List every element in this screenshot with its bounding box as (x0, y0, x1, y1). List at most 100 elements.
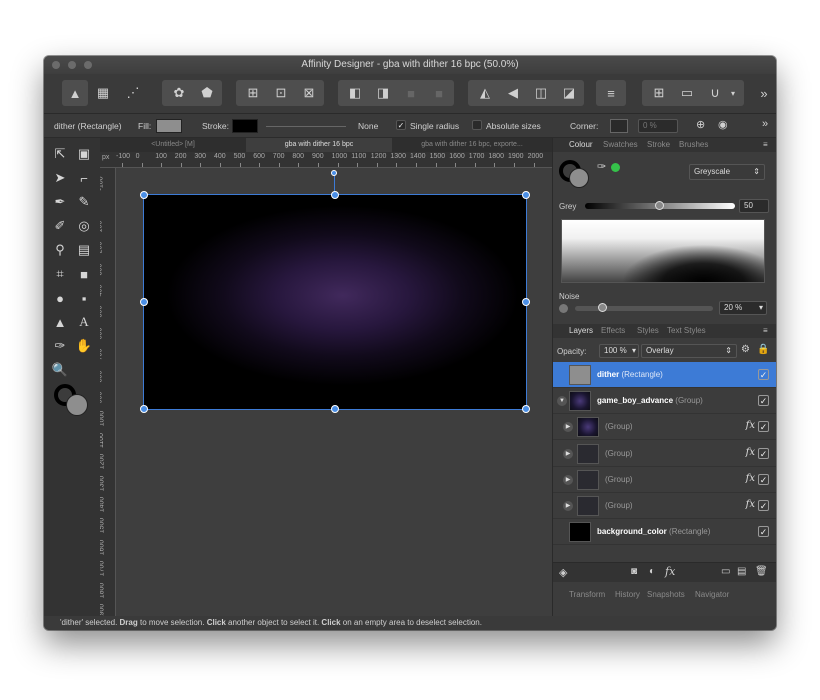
trash-icon[interactable]: 🗑 (755, 566, 768, 577)
resize-handle[interactable] (331, 191, 339, 199)
grey-spectrum[interactable] (561, 219, 765, 283)
transparency-tool-icon[interactable]: ⚲ (50, 240, 70, 260)
resize-handle[interactable] (140, 191, 148, 199)
distribute-icon[interactable]: ◪ (556, 80, 582, 106)
snap-grid-icon[interactable]: ⊞ (240, 80, 266, 106)
resize-handle[interactable] (331, 405, 339, 413)
expand-icon[interactable]: ▼ (557, 396, 567, 407)
opacity-field[interactable]: 100 % ▾ (599, 344, 639, 358)
move-forward-icon[interactable]: ◨ (370, 80, 396, 106)
add-shape-icon[interactable]: ✿ (166, 80, 192, 106)
layer-row[interactable]: background_color (Rectangle) ✓ (553, 519, 776, 546)
add-layer-icon[interactable]: ▭ (721, 566, 730, 577)
panel-menu-icon[interactable]: ≡ (763, 324, 768, 338)
snap-object-icon[interactable]: ⊠ (296, 80, 322, 106)
stroke-width-slider[interactable] (266, 126, 346, 127)
resize-handle[interactable] (522, 191, 530, 199)
chevron-down-icon[interactable]: ▾ (726, 80, 740, 106)
rotation-handle[interactable] (331, 170, 337, 176)
designer-persona-icon[interactable]: ▲ (62, 80, 88, 106)
node-tool-icon[interactable]: ➤ (50, 168, 70, 188)
tab-history[interactable]: History (615, 588, 640, 602)
layer-row[interactable]: ▶ (Group) fx ✓ (553, 441, 776, 467)
place-image-tool-icon[interactable]: ▤ (74, 240, 94, 260)
fx-icon[interactable]: fx (665, 565, 675, 578)
text-tool-icon[interactable]: A (74, 312, 94, 332)
tab-effects[interactable]: Effects (601, 324, 625, 338)
layers-stack-icon[interactable]: ◈ (559, 566, 567, 579)
pen-tool-icon[interactable]: ✒ (50, 192, 70, 212)
tab-styles[interactable]: Styles (637, 324, 659, 338)
rounded-rectangle-tool-icon[interactable]: ▪ (74, 288, 94, 308)
pixel-persona-icon[interactable]: ▦ (90, 80, 116, 106)
expand-icon[interactable]: ▶ (563, 448, 573, 459)
mask-icon[interactable]: ◙ (631, 566, 637, 577)
fill-swatch[interactable] (156, 119, 182, 133)
corner-tool-icon[interactable]: ⌐ (74, 168, 94, 188)
duplicate-icon[interactable]: ▤ (737, 566, 746, 577)
layer-visibility-checkbox[interactable]: ✓ (758, 395, 769, 407)
resize-handle[interactable] (522, 405, 530, 413)
layer-row[interactable]: ▼ game_boy_advance (Group) ✓ (553, 388, 776, 415)
tab-stroke[interactable]: Stroke (647, 138, 670, 152)
layer-visibility-checkbox[interactable]: ✓ (758, 500, 769, 511)
fx-icon[interactable]: fx (746, 447, 755, 458)
hand-tool-icon[interactable]: ✋ (74, 336, 94, 356)
layer-visibility-checkbox[interactable]: ✓ (758, 473, 769, 485)
crop-tool-icon[interactable]: ⌗ (50, 264, 70, 284)
brush-tool-icon[interactable]: ✐ (50, 216, 70, 236)
color-picker-tool-icon[interactable]: ✑ (50, 336, 70, 356)
context-overflow-icon[interactable]: » (762, 118, 768, 130)
fill-colour-well[interactable] (66, 394, 88, 416)
canvas-area[interactable] (116, 168, 552, 616)
move-tool-icon[interactable]: ⇱ (50, 144, 70, 164)
layer-row[interactable]: ▶ (Group) fx ✓ (553, 414, 776, 441)
adjustment-icon[interactable]: ◐ (649, 566, 655, 577)
magnet-icon[interactable]: ∪ (702, 80, 728, 106)
absolute-sizes-checkbox[interactable] (472, 120, 482, 130)
tab-snapshots[interactable]: Snapshots (647, 588, 685, 602)
fx-icon[interactable]: fx (746, 420, 755, 431)
dither-rectangle[interactable] (143, 194, 527, 410)
resize-handle[interactable] (140, 405, 148, 413)
tab-layers[interactable]: Layers (569, 324, 593, 338)
toolbar-overflow-icon[interactable]: » (756, 80, 772, 106)
tab-brushes[interactable]: Brushes (679, 138, 708, 152)
grid-icon[interactable]: ⊞ (646, 80, 672, 106)
align-icon[interactable]: ◫ (528, 80, 554, 106)
fx-icon[interactable]: fx (746, 473, 755, 484)
eyedropper-icon[interactable]: ✑ (597, 160, 606, 173)
noise-value-field[interactable]: 20 % ▾ (719, 301, 767, 315)
flip-horizontal-icon[interactable]: ◭ (472, 80, 498, 106)
grey-slider-thumb[interactable] (655, 201, 664, 210)
corner-value-field[interactable]: 0 % (638, 119, 678, 133)
panel-fill-well[interactable] (569, 168, 589, 188)
view-icon[interactable]: ◉ (718, 118, 728, 131)
blend-mode-dropdown[interactable]: Overlay ⇕ (641, 344, 737, 358)
layer-row[interactable]: ▶ (Group) fx ✓ (553, 467, 776, 493)
fx-icon[interactable]: fx (746, 499, 755, 510)
corner-type-dropdown[interactable] (610, 119, 628, 133)
export-persona-icon[interactable]: ⋰ (120, 80, 146, 106)
expand-icon[interactable]: ▶ (563, 474, 573, 485)
tab-swatches[interactable]: Swatches (603, 138, 638, 152)
gear-icon[interactable]: ⚙ (741, 344, 750, 355)
expand-icon[interactable]: ▶ (563, 422, 573, 433)
tab-text-styles[interactable]: Text Styles (667, 324, 706, 338)
doc-tab[interactable]: <Untitled> [M] (100, 138, 246, 152)
subtract-shape-icon[interactable]: ⬟ (194, 80, 220, 106)
tab-transform[interactable]: Transform (569, 588, 605, 602)
layer-row[interactable]: ▶ (Group) fx ✓ (553, 493, 776, 519)
move-back-icon[interactable]: ◧ (342, 80, 368, 106)
colour-mode-dropdown[interactable]: Greyscale ⇕ (689, 164, 765, 180)
snap-bounds-icon[interactable]: ⊡ (268, 80, 294, 106)
tab-colour[interactable]: Colour (569, 138, 593, 152)
expand-icon[interactable]: ▶ (563, 501, 573, 511)
ellipse-tool-icon[interactable]: ● (50, 288, 70, 308)
single-radius-checkbox[interactable]: ✓ (396, 120, 406, 130)
artboard-tool-icon[interactable]: ▣ (74, 144, 94, 164)
pencil-tool-icon[interactable]: ✎ (74, 192, 94, 212)
tab-navigator[interactable]: Navigator (695, 588, 729, 602)
fill-tool-icon[interactable]: ◎ (74, 216, 94, 236)
layer-visibility-checkbox[interactable]: ✓ (758, 421, 769, 433)
